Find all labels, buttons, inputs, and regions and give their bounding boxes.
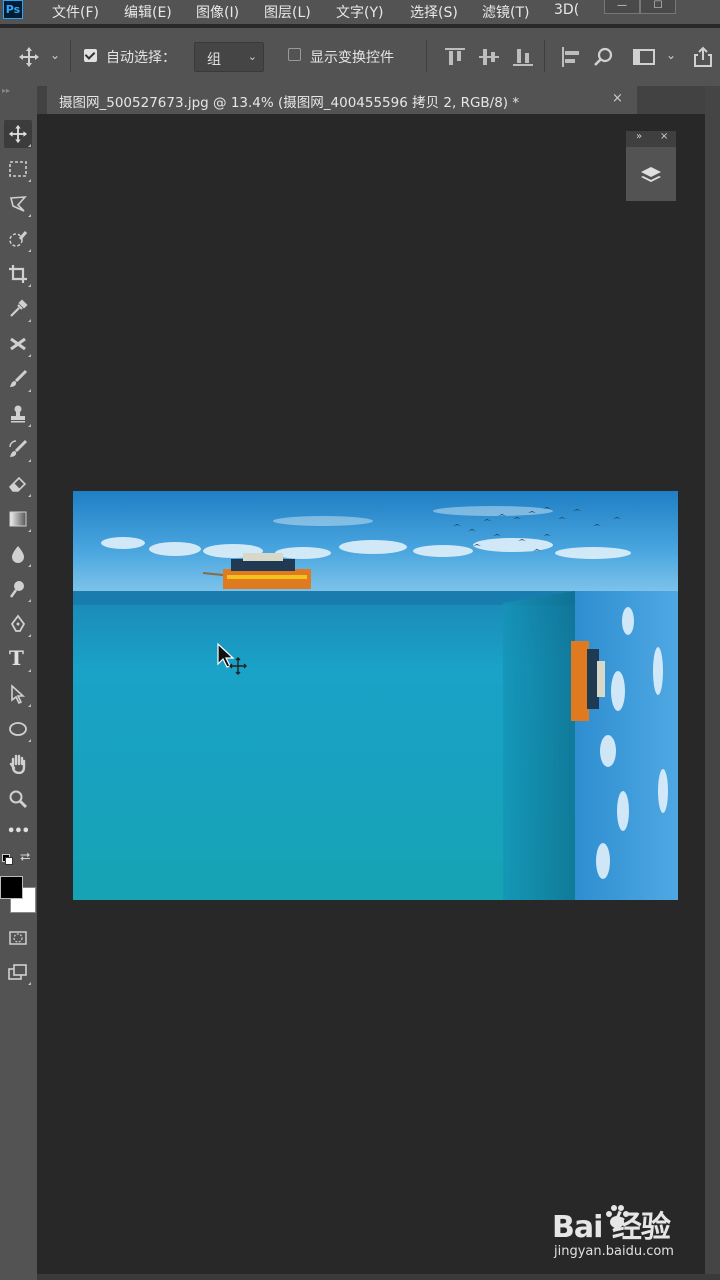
menu-file[interactable]: 文件(F) — [52, 2, 99, 22]
tools-panel: ▸▸ T ••• ⮂ — [0, 86, 37, 1280]
photoshop-logo[interactable]: Ps — [3, 0, 23, 19]
auto-select-label: 自动选择： — [106, 50, 176, 66]
eraser-tool-icon[interactable] — [4, 470, 32, 498]
pen-tool-icon[interactable] — [4, 610, 32, 638]
move-tool-icon[interactable] — [4, 120, 32, 148]
dodge-tool-icon[interactable] — [4, 575, 32, 603]
auto-select-checkbox[interactable] — [84, 49, 97, 62]
watermark-url: jingyan.baidu.com — [554, 1244, 674, 1259]
document-tab-bar: 摄图网_500527673.jpg @ 13.4% (摄图网_400455596… — [37, 86, 720, 114]
menu-3d[interactable]: 3D( — [554, 2, 579, 18]
align-bottom-icon[interactable] — [512, 46, 534, 68]
document-image[interactable] — [73, 491, 678, 900]
layers-panel-button[interactable] — [626, 147, 676, 201]
layers-icon — [641, 167, 661, 182]
eyedropper-tool-icon[interactable] — [4, 295, 32, 323]
menu-image[interactable]: 图像(I) — [196, 2, 239, 22]
baidu-jingyan-watermark: Bai 经验 jingyan.baidu.com — [552, 1200, 712, 1266]
auto-select-dropdown[interactable]: 组 ⌄ — [194, 42, 264, 72]
panel-header[interactable]: » × — [626, 131, 676, 147]
foreground-color-swatch[interactable] — [0, 876, 23, 899]
clone-stamp-tool-icon[interactable] — [4, 400, 32, 428]
blur-tool-icon[interactable] — [4, 540, 32, 568]
paw-icon — [606, 1205, 629, 1228]
type-tool-icon[interactable]: T — [4, 645, 32, 673]
collapse-panel-icon[interactable]: » — [636, 131, 642, 142]
brush-tool-icon[interactable] — [4, 365, 32, 393]
default-colors-icon[interactable] — [2, 854, 13, 865]
history-brush-tool-icon[interactable] — [4, 435, 32, 463]
marquee-tool-icon[interactable] — [4, 155, 32, 183]
path-selection-tool-icon[interactable] — [4, 680, 32, 708]
options-bar: ⌄ 自动选择： 组 ⌄ 显示变换控件 ⌄ — [0, 28, 720, 86]
maximize-button[interactable]: ☐ — [640, 0, 676, 14]
type-tool-label: T — [9, 646, 24, 670]
screen-mode-icon[interactable] — [4, 958, 32, 986]
auto-select-value: 组 — [207, 52, 221, 68]
panel-dock-strip — [705, 86, 720, 1280]
minimize-button[interactable]: — — [604, 0, 640, 14]
chevron-down-icon[interactable]: ⌄ — [50, 48, 60, 62]
move-cursor-icon — [216, 642, 248, 682]
share-icon[interactable] — [692, 46, 714, 68]
move-tool-preset-icon[interactable] — [18, 46, 40, 68]
hand-tool-icon[interactable] — [4, 750, 32, 778]
lasso-tool-icon[interactable] — [4, 190, 32, 218]
chevron-down-icon[interactable]: ⌄ — [666, 48, 676, 62]
menu-filter[interactable]: 滤镜(T) — [482, 2, 529, 22]
more-tools-label: ••• — [7, 824, 30, 839]
align-left-icon[interactable] — [560, 46, 582, 68]
menu-select[interactable]: 选择(S) — [410, 2, 458, 22]
healing-tool-icon[interactable] — [4, 330, 32, 358]
gradient-tool-icon[interactable] — [4, 505, 32, 533]
quick-selection-tool-icon[interactable] — [4, 225, 32, 253]
crop-tool-icon[interactable] — [4, 260, 32, 288]
show-transform-checkbox[interactable] — [288, 48, 301, 61]
document-tab[interactable]: 摄图网_500527673.jpg @ 13.4% (摄图网_400455596… — [47, 86, 637, 114]
align-top-icon[interactable] — [444, 46, 466, 68]
search-icon[interactable] — [593, 46, 615, 68]
chevron-down-icon: ⌄ — [247, 50, 257, 63]
menu-layer[interactable]: 图层(L) — [264, 2, 311, 22]
close-icon[interactable]: × — [660, 131, 668, 142]
window-controls: — ☐ — [604, 0, 676, 15]
panel-grip[interactable]: ▸▸ — [2, 86, 32, 95]
menu-bar: Ps 文件(F) 编辑(E) 图像(I) 图层(L) 文字(Y) 选择(S) 滤… — [0, 0, 720, 24]
show-transform-label: 显示变换控件 — [310, 50, 394, 66]
collapsed-layers-panel: » × — [626, 131, 676, 201]
zoom-tool-icon[interactable] — [4, 785, 32, 813]
ellipse-tool-icon[interactable] — [4, 715, 32, 743]
swap-colors-icon[interactable]: ⮂ — [20, 850, 30, 865]
menu-edit[interactable]: 编辑(E) — [124, 2, 172, 22]
more-tools-icon[interactable]: ••• — [4, 820, 32, 848]
workspace-icon[interactable] — [633, 46, 655, 68]
align-vertical-center-icon[interactable] — [478, 46, 500, 68]
document-title: 摄图网_500527673.jpg @ 13.4% (摄图网_400455596… — [59, 95, 520, 111]
quick-mask-icon[interactable] — [4, 924, 32, 952]
menu-type[interactable]: 文字(Y) — [336, 2, 383, 22]
status-bar — [37, 1274, 720, 1280]
close-icon[interactable]: × — [612, 91, 623, 106]
